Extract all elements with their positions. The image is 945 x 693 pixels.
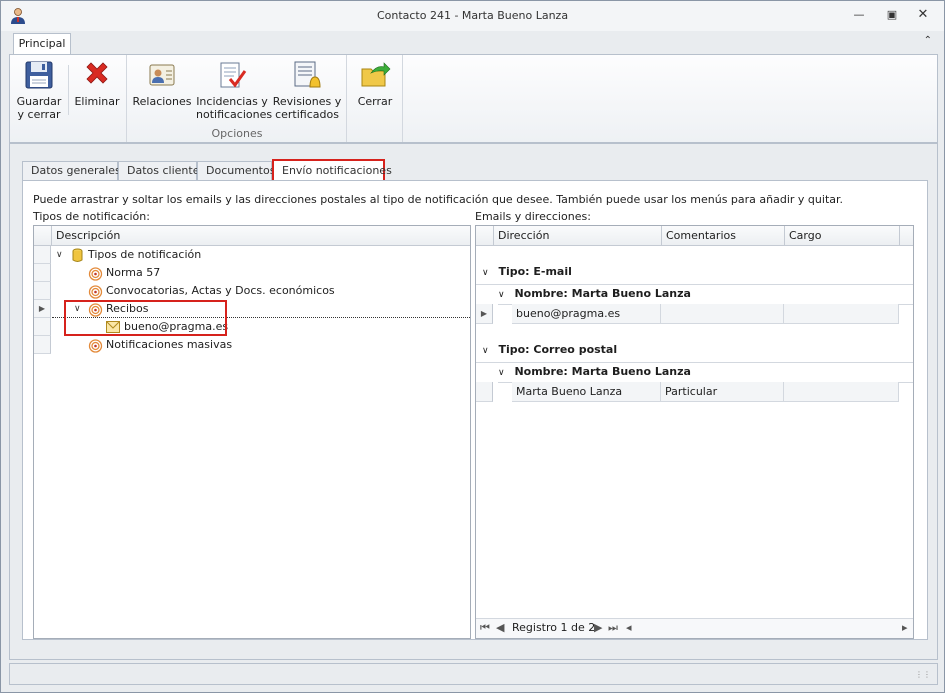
reviews-label: Revisiones y certificados bbox=[272, 95, 342, 121]
delete-label: Eliminar bbox=[74, 95, 120, 108]
restore-icon[interactable]: ▣ bbox=[882, 7, 902, 23]
cell-comentarios[interactable]: Particular bbox=[661, 382, 784, 402]
group-type-label: Tipo: Correo postal bbox=[498, 343, 618, 356]
tree-node-norma-57[interactable]: Norma 57 bbox=[52, 264, 470, 282]
tab-envio-notificaciones[interactable]: Envío notificaciones bbox=[272, 159, 392, 182]
cell-direccion[interactable]: bueno@pragma.es bbox=[512, 304, 661, 324]
close-label: Cerrar bbox=[357, 95, 393, 108]
options-group-label: Opciones bbox=[211, 127, 263, 140]
chevron-down-icon[interactable]: ∨ bbox=[498, 290, 505, 300]
row-indicator[interactable] bbox=[34, 336, 51, 354]
tree-header: Descripción bbox=[34, 226, 470, 246]
contact-card-icon bbox=[149, 64, 175, 86]
tree-node-label: Notificaciones masivas bbox=[106, 338, 233, 351]
group-row-name[interactable]: ∨ Nombre: Marta Bueno Lanza bbox=[498, 284, 691, 304]
notification-types-label: Tipos de notificación: bbox=[33, 210, 150, 223]
contact-window: Contacto 241 - Marta Bueno Lanza — ▣ ✕ P… bbox=[0, 0, 945, 693]
save-close-button[interactable]: Guardar y cerrar bbox=[14, 59, 64, 121]
group-row-email[interactable]: ∨ Tipo: E-mail bbox=[482, 262, 572, 282]
emails-addresses-grid[interactable]: Dirección Comentarios Cargo ∨ Tipo: E-ma… bbox=[475, 225, 914, 639]
record-counter: Registro 1 de 2 bbox=[512, 621, 596, 634]
cell-cargo[interactable] bbox=[784, 304, 899, 324]
group-name-label: Nombre: Marta Bueno Lanza bbox=[514, 287, 691, 300]
tree-node-label: Tipos de notificación bbox=[88, 248, 202, 261]
reviews-button[interactable]: Revisiones y certificados bbox=[272, 59, 342, 121]
group-type-label: Tipo: E-mail bbox=[498, 265, 572, 278]
certificate-bell-icon bbox=[294, 61, 321, 88]
grid-header: Dirección Comentarios Cargo bbox=[476, 226, 913, 246]
group-row-name[interactable]: ∨ Nombre: Marta Bueno Lanza bbox=[498, 362, 691, 382]
content-area: Datos generales Datos cliente Documentos… bbox=[9, 143, 938, 660]
instructions-text: Puede arrastrar y soltar los emails y la… bbox=[33, 193, 844, 206]
incidents-label: Incidencias y notificaciones bbox=[196, 95, 273, 121]
ribbon-collapse-icon[interactable]: ⌃ bbox=[924, 35, 932, 46]
group-row-postal[interactable]: ∨ Tipo: Correo postal bbox=[482, 340, 617, 360]
column-cargo[interactable]: Cargo bbox=[784, 226, 899, 246]
database-icon bbox=[72, 248, 83, 262]
ribbon: Guardar y cerrar Eliminar Relaciones Inc… bbox=[9, 54, 938, 143]
chevron-down-icon[interactable]: ∨ bbox=[482, 268, 489, 278]
delete-x-icon bbox=[86, 62, 108, 84]
close-icon[interactable]: ✕ bbox=[913, 7, 933, 23]
title-bar: Contacto 241 - Marta Bueno Lanza — ▣ ✕ bbox=[1, 1, 944, 31]
relations-button[interactable]: Relaciones bbox=[132, 59, 192, 108]
tree-node-convocatorias[interactable]: Convocatorias, Actas y Docs. económicos bbox=[52, 282, 470, 300]
floppy-disk-icon bbox=[25, 61, 53, 89]
ribbon-tab-principal[interactable]: Principal bbox=[13, 33, 71, 55]
tab-page-envio: Puede arrastrar y soltar los emails y la… bbox=[22, 180, 928, 640]
close-button[interactable]: Cerrar bbox=[352, 59, 398, 108]
emails-addresses-label: Emails y direcciones: bbox=[475, 210, 591, 223]
row-indicator[interactable] bbox=[34, 246, 51, 264]
folder-exit-icon bbox=[361, 62, 391, 87]
highlight-box bbox=[64, 300, 227, 336]
record-navigator: ⏮ ◀ Registro 1 de 2 ▶ ⏭ ◂ ▸ bbox=[476, 618, 913, 638]
tab-documentos[interactable]: Documentos bbox=[197, 161, 275, 181]
tab-datos-generales[interactable]: Datos generales bbox=[22, 161, 121, 181]
incidents-button[interactable]: Incidencias y notificaciones bbox=[196, 59, 272, 121]
row-indicator[interactable] bbox=[476, 382, 493, 402]
cell-cargo[interactable] bbox=[784, 382, 899, 402]
prev-record-icon[interactable]: ◀ bbox=[496, 621, 504, 634]
chevron-down-icon[interactable]: ∨ bbox=[56, 246, 63, 264]
column-comentarios[interactable]: Comentarios bbox=[661, 226, 784, 246]
row-indicator[interactable] bbox=[34, 282, 51, 300]
tree-node-root[interactable]: ∨ Tipos de notificación bbox=[52, 246, 470, 264]
save-close-label: Guardar y cerrar bbox=[16, 95, 62, 121]
checklist-icon bbox=[220, 62, 247, 88]
delete-button[interactable]: Eliminar bbox=[72, 59, 122, 108]
row-indicator-current[interactable]: ▶ bbox=[34, 300, 51, 318]
column-descripcion[interactable]: Descripción bbox=[51, 226, 471, 246]
ribbon-separator bbox=[402, 55, 403, 142]
column-direccion[interactable]: Dirección bbox=[493, 226, 661, 246]
ribbon-separator bbox=[68, 65, 69, 115]
broadcast-icon bbox=[88, 267, 103, 281]
chevron-down-icon[interactable]: ∨ bbox=[482, 346, 489, 356]
relations-label: Relaciones bbox=[132, 95, 192, 108]
window-title: Contacto 241 - Marta Bueno Lanza bbox=[376, 9, 569, 22]
tree-node-label: Convocatorias, Actas y Docs. económicos bbox=[106, 284, 335, 297]
row-indicator[interactable] bbox=[34, 318, 51, 336]
chevron-down-icon[interactable]: ∨ bbox=[498, 368, 505, 378]
tree-node-masivas[interactable]: Notificaciones masivas bbox=[52, 336, 470, 354]
scroll-left-icon[interactable]: ◂ bbox=[626, 621, 632, 634]
minimize-icon[interactable]: — bbox=[849, 7, 869, 23]
column-spacer bbox=[899, 226, 914, 246]
notification-types-tree[interactable]: Descripción ▶ ∨ Tipos de notificación No… bbox=[33, 225, 471, 639]
resize-grip-icon[interactable]: ⋮⋮ bbox=[915, 670, 931, 679]
tab-datos-cliente[interactable]: Datos cliente bbox=[118, 161, 199, 181]
first-record-icon[interactable]: ⏮ bbox=[480, 621, 490, 635]
group-name-label: Nombre: Marta Bueno Lanza bbox=[514, 365, 691, 378]
status-bar: ⋮⋮ bbox=[9, 663, 938, 685]
tree-node-label: Norma 57 bbox=[106, 266, 161, 279]
broadcast-icon bbox=[88, 285, 103, 299]
row-indicator[interactable] bbox=[34, 264, 51, 282]
scroll-right-icon[interactable]: ▸ bbox=[902, 621, 908, 634]
broadcast-icon bbox=[88, 339, 103, 353]
next-record-icon[interactable]: ▶ bbox=[594, 621, 602, 634]
ribbon-tab-strip: Principal ⌃ bbox=[1, 31, 944, 55]
cell-comentarios[interactable] bbox=[661, 304, 784, 324]
last-record-icon[interactable]: ⏭ bbox=[608, 621, 618, 635]
cell-direccion[interactable]: Marta Bueno Lanza bbox=[512, 382, 661, 402]
row-indicator-current[interactable]: ▶ bbox=[476, 304, 493, 324]
